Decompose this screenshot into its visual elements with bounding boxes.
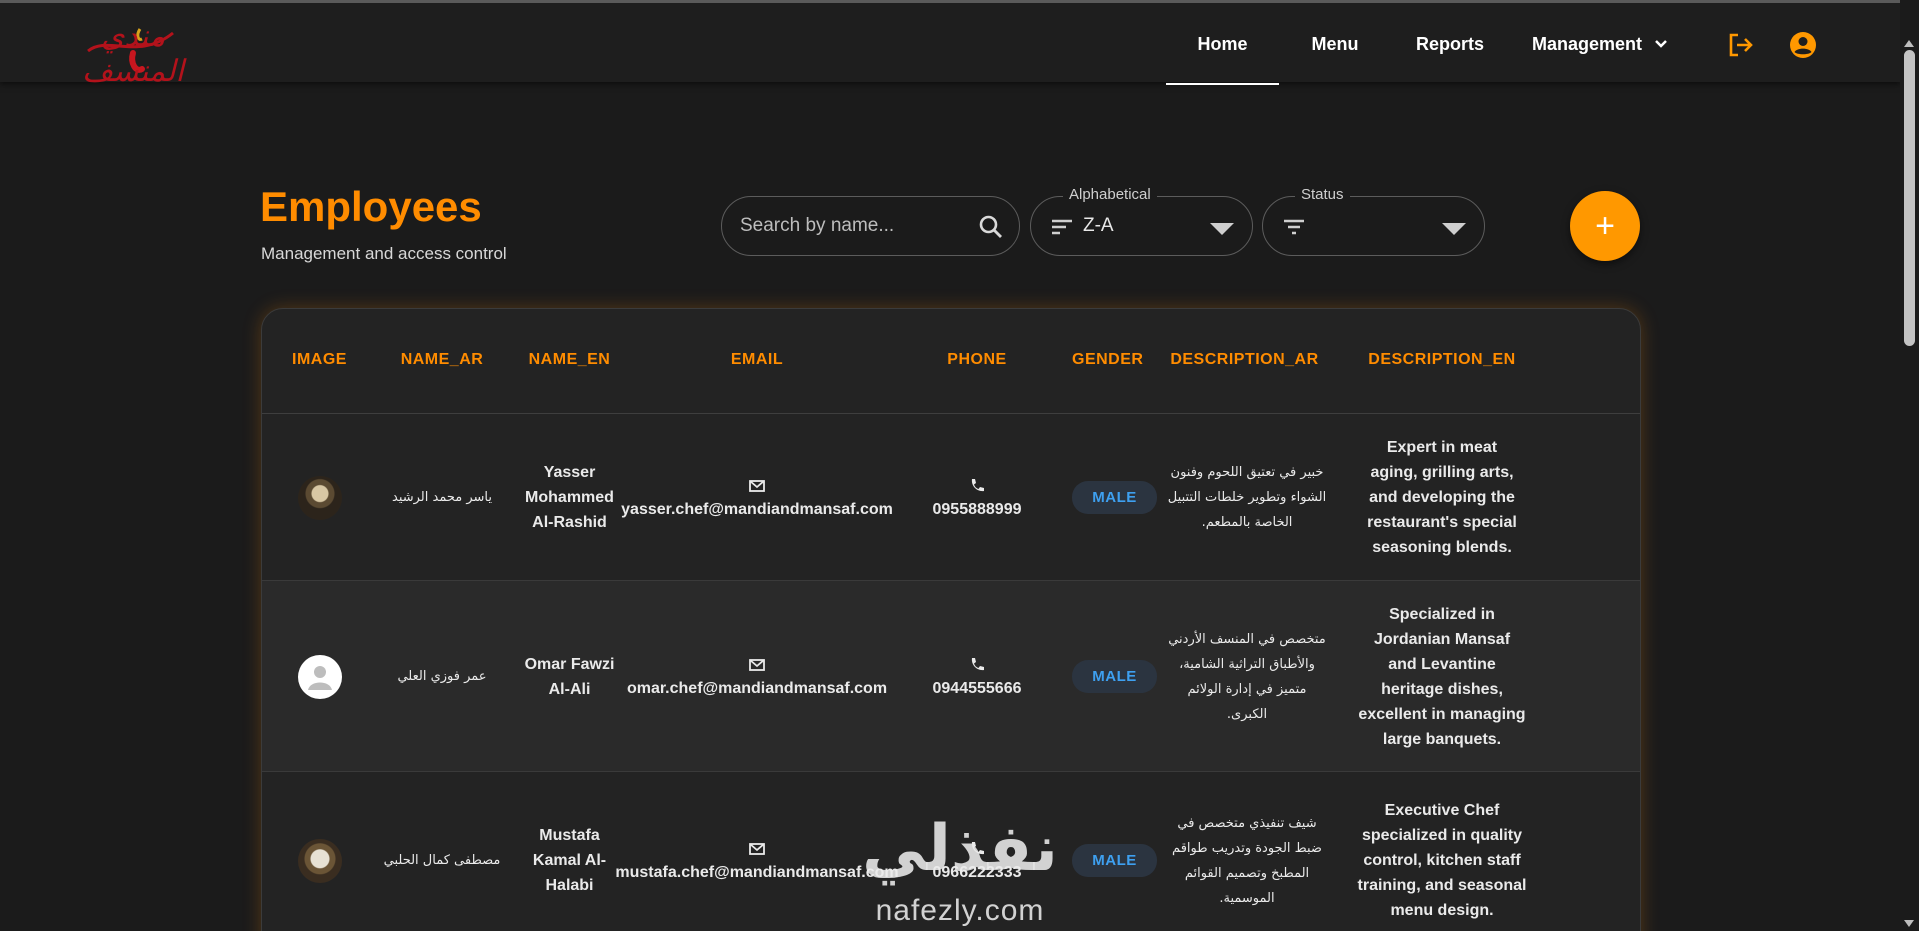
- phone-icon: [971, 841, 984, 854]
- nav-menu-label: Menu: [1311, 33, 1359, 54]
- name-en-cell: Omar Fawzi Al-Ali: [524, 655, 615, 698]
- name-en-cell: Mustafa Kamal Al-Halabi: [532, 827, 607, 894]
- name-ar-cell: عمر فوزي العلي: [397, 669, 487, 684]
- column-header-email[interactable]: EMAIL: [632, 351, 882, 369]
- description-ar-cell: شيف تنفيذي متخصص في ضبط الجودة وتدريب طو…: [1172, 815, 1322, 906]
- page-subtitle: Management and access control: [261, 244, 507, 263]
- gender-badge: MALE: [1072, 660, 1157, 693]
- phone-text: 0966222333: [932, 863, 1022, 881]
- logout-icon[interactable]: [1727, 31, 1755, 59]
- column-header-image[interactable]: IMAGE: [262, 351, 377, 369]
- nav-reports-label: Reports: [1415, 33, 1484, 54]
- employees-table: IMAGE NAME_AR NAME_EN EMAIL PHONE GENDER…: [261, 308, 1641, 931]
- nav-home-label: Home: [1197, 33, 1248, 54]
- table-header: IMAGE NAME_AR NAME_EN EMAIL PHONE GENDER…: [262, 309, 1640, 414]
- image-cell: [262, 414, 377, 581]
- gender-cell: MALE: [1072, 772, 1157, 931]
- scroll-up-arrow-icon[interactable]: [1904, 40, 1914, 47]
- avatar: [297, 654, 342, 699]
- phone-text: 0955888999: [932, 500, 1022, 518]
- name-ar-cell: ياسر محمد الرشيد: [392, 490, 492, 505]
- status-select-legend: Status: [1295, 186, 1350, 203]
- page-title: Employees: [260, 183, 482, 230]
- gender-badge: MALE: [1072, 481, 1157, 514]
- plus-icon: +: [1595, 206, 1615, 245]
- table-row[interactable]: عمر فوزي العلي Omar Fawzi Al-Ali omar.ch…: [262, 581, 1640, 772]
- description-ar-cell: متخصص في المنسف الأردني والأطباق التراثي…: [1168, 631, 1326, 722]
- name-en-cell: Yasser Mohammed Al-Rashid: [525, 464, 614, 531]
- table-row[interactable]: ياسر محمد الرشيد Yasser Mohammed Al-Rash…: [262, 414, 1640, 581]
- email-cell[interactable]: omar.chef@mandiandmansaf.com: [627, 581, 887, 772]
- sort-icon: [1052, 219, 1072, 235]
- page-scrollbar[interactable]: [1900, 0, 1919, 931]
- column-header-phone[interactable]: PHONE: [882, 351, 1072, 369]
- person-icon: [307, 665, 332, 690]
- image-cell: [262, 772, 377, 931]
- phone-text: 0944555666: [932, 679, 1022, 697]
- email-cell[interactable]: yasser.chef@mandiandmansaf.com: [621, 414, 893, 581]
- image-cell: [262, 581, 377, 772]
- search-input[interactable]: [740, 211, 960, 241]
- sort-select[interactable]: Alphabetical Z-A: [1030, 186, 1253, 256]
- column-header-description-ar[interactable]: DESCRIPTION_AR: [1147, 351, 1342, 369]
- description-en-cell: Specialized in Jordanian Mansaf and Leva…: [1358, 605, 1526, 748]
- description-ar-cell: خبير في تعتيق اللحوم وفنون الشواء وتطوير…: [1167, 465, 1327, 530]
- column-header-description-en[interactable]: DESCRIPTION_EN: [1342, 351, 1542, 369]
- email-text: omar.chef@mandiandmansaf.com: [626, 679, 888, 697]
- brand-logo[interactable]: مندي المنسف: [78, 13, 188, 89]
- filter-icon: [1284, 219, 1304, 235]
- nav-management-label: Management: [1531, 33, 1643, 54]
- avatar: [297, 838, 342, 883]
- email-cell[interactable]: mustafa.chef@mandiandmansaf.com: [615, 772, 899, 931]
- nav-management-dropdown[interactable]: Management: [1520, 3, 1680, 85]
- email-text: yasser.chef@mandiandmansaf.com: [621, 500, 893, 518]
- name-ar-cell: مصطفى كمال الحلبي: [383, 853, 501, 868]
- chevron-down-icon: [1655, 40, 1667, 48]
- status-select[interactable]: Status: [1262, 186, 1485, 256]
- add-employee-button[interactable]: +: [1570, 191, 1640, 261]
- search-field[interactable]: [721, 196, 1020, 256]
- scrollbar-thumb[interactable]: [1904, 50, 1915, 346]
- gender-cell: MALE: [1072, 414, 1157, 581]
- table-row[interactable]: مصطفى كمال الحلبي Mustafa Kamal Al-Halab…: [262, 772, 1640, 931]
- gender-cell: MALE: [1072, 581, 1157, 772]
- account-circle-icon[interactable]: [1789, 31, 1817, 59]
- logo-text: مندي المنسف: [82, 19, 186, 89]
- email-icon: [749, 842, 765, 855]
- column-header-name-ar[interactable]: NAME_AR: [377, 351, 507, 369]
- gender-badge: MALE: [1072, 844, 1157, 877]
- column-header-gender[interactable]: GENDER: [1072, 351, 1143, 369]
- nav-reports[interactable]: Reports: [1400, 3, 1500, 85]
- top-navigation-bar: مندي المنسف Home Menu Reports Management: [0, 0, 1900, 89]
- description-en-cell: Executive Chef specialized in quality co…: [1357, 802, 1527, 919]
- phone-icon: [971, 478, 984, 491]
- dropdown-caret-icon: [1442, 223, 1466, 235]
- nav-home[interactable]: Home: [1166, 3, 1279, 85]
- column-header-name-en[interactable]: NAME_EN: [507, 351, 632, 369]
- nav-menu[interactable]: Menu: [1290, 3, 1380, 85]
- dropdown-caret-icon: [1210, 223, 1234, 235]
- email-text: mustafa.chef@mandiandmansaf.com: [615, 863, 899, 881]
- phone-icon: [971, 657, 984, 670]
- avatar: [297, 475, 342, 520]
- sort-select-value: Z-A: [1083, 215, 1114, 236]
- scroll-down-arrow-icon[interactable]: [1904, 920, 1914, 927]
- sort-select-legend: Alphabetical: [1063, 186, 1157, 203]
- phone-cell[interactable]: 0944555666: [882, 581, 1072, 772]
- phone-cell[interactable]: 0966222333: [882, 772, 1072, 931]
- email-icon: [749, 479, 765, 492]
- search-icon[interactable]: [977, 213, 1005, 241]
- email-icon: [749, 658, 765, 671]
- phone-cell[interactable]: 0955888999: [882, 414, 1072, 581]
- description-en-cell: Expert in meat aging, grilling arts, and…: [1367, 439, 1517, 556]
